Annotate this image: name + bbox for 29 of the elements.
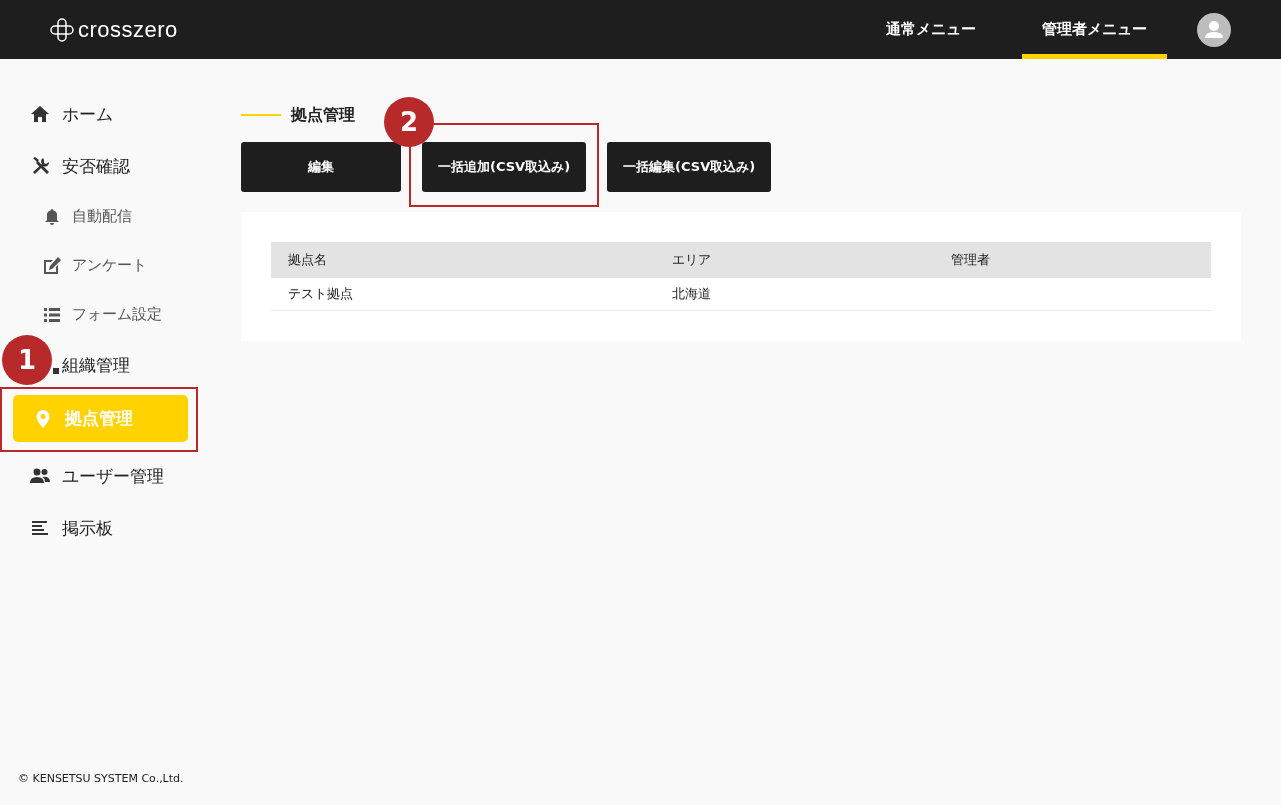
square-icon [53,368,59,374]
callout-number: 1 [2,335,52,385]
table-cell: 北海道 [655,278,934,311]
callout-number: 2 [384,97,434,147]
sidebar-item[interactable]: アンケート [0,241,200,290]
column-header: エリア [655,242,934,278]
edit-icon [42,255,62,276]
column-header: 拠点名 [271,242,655,278]
copyright: © KENSETSU SYSTEM Co.,Ltd. [17,772,185,787]
menu-tab[interactable]: 管理者メニュー [1022,0,1167,59]
sidebar-item[interactable]: 組織管理 [53,339,130,391]
logo-icon [50,17,74,42]
home-icon [30,104,50,124]
menu-tab[interactable]: 通常メニュー [866,0,996,59]
sidebar-item[interactable]: ホーム [0,88,200,140]
logo-text: crosszero [78,16,178,43]
action-button[interactable]: 一括追加(CSV取込み) [422,142,587,192]
users-icon [30,466,50,486]
action-button[interactable]: 一括編集(CSV取込み) [607,142,772,192]
table-cell: テスト拠点 [271,278,655,311]
sidebar-item[interactable]: 安否確認 [0,140,200,192]
sidebar-item[interactable]: 掲示板 [0,502,200,554]
sidebar-item[interactable]: ユーザー管理 [0,450,200,502]
column-header: 管理者 [934,242,1211,278]
page-title: 拠点管理 [291,104,355,126]
action-button[interactable]: 編集 [241,142,401,192]
avatar[interactable] [1197,12,1231,47]
lines-icon [30,518,50,538]
sidebar-item[interactable]: 自動配信 [0,192,200,241]
